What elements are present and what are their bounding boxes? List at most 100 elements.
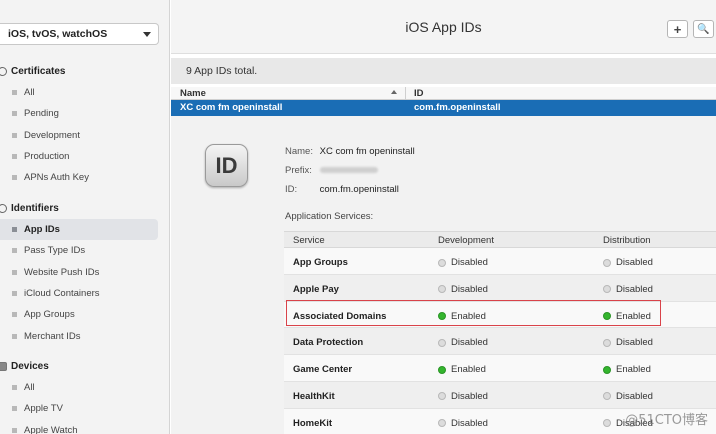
- enabled-status-icon: [603, 365, 611, 374]
- distribution-status-label: Disabled: [616, 283, 653, 295]
- sidebar-item-apple-watch[interactable]: Apple Watch: [0, 420, 169, 434]
- sidebar-item-label: Apple TV: [24, 403, 63, 415]
- service-row-app-groups: App Groups Disabled Disabled: [284, 248, 716, 275]
- services-table: Service Development Distribution App Gro…: [284, 231, 716, 434]
- certificate-icon: [0, 67, 7, 76]
- bullet-icon: [12, 175, 17, 181]
- sidebar-item-label: iCloud Containers: [24, 288, 100, 300]
- device-icon: [0, 362, 7, 371]
- sidebar-item-app-ids[interactable]: App IDs: [0, 219, 158, 241]
- column-header-service: Service: [293, 235, 325, 246]
- sidebar-item-all-devices[interactable]: All: [0, 377, 169, 398]
- bullet-icon: [12, 427, 17, 433]
- column-divider: [405, 87, 406, 100]
- disabled-status-icon: [603, 258, 611, 267]
- page-title: iOS App IDs: [405, 19, 482, 35]
- distribution-status-label: Enabled: [616, 364, 651, 376]
- section-identifiers: Identifiers App IDs Pass Type IDs Websit…: [0, 198, 169, 347]
- sort-ascending-icon[interactable]: [391, 90, 397, 94]
- app-id-count: 9 App IDs total.: [171, 58, 716, 84]
- service-row-game-center: Game Center Enabled Enabled: [284, 355, 716, 382]
- disabled-status-icon: [603, 419, 611, 428]
- development-status-label: Disabled: [451, 417, 488, 429]
- prefix-label: Prefix:: [285, 165, 312, 176]
- column-header-name[interactable]: Name: [180, 88, 206, 99]
- service-row-healthkit: HealthKit Disabled Disabled: [284, 381, 716, 409]
- section-header-certificates[interactable]: Certificates: [0, 61, 169, 82]
- distribution-status: Enabled: [603, 364, 651, 375]
- bullet-icon: [12, 333, 17, 339]
- search-button[interactable]: 🔍: [693, 20, 714, 38]
- search-icon: 🔍: [697, 23, 710, 35]
- sidebar-item-development[interactable]: Development: [0, 125, 169, 146]
- distribution-status: Disabled: [603, 284, 653, 295]
- development-status-label: Disabled: [451, 257, 488, 268]
- sidebar-item-apns-auth-key[interactable]: APNs Auth Key: [0, 167, 169, 188]
- disabled-status-icon: [603, 392, 611, 401]
- sidebar-item-apple-tv[interactable]: Apple TV: [0, 398, 169, 419]
- sidebar-item-label: Development: [24, 129, 80, 141]
- section-header-devices[interactable]: Devices: [0, 356, 169, 377]
- disabled-status-icon: [438, 258, 446, 267]
- development-status-label: Disabled: [451, 337, 488, 349]
- bullet-icon: [12, 154, 17, 160]
- service-row-associated-domains: Associated Domains Enabled Enabled: [284, 301, 716, 329]
- watermark: @51CTO博客: [625, 413, 708, 428]
- development-status: Disabled: [438, 257, 488, 268]
- sidebar-item-label: All: [24, 382, 35, 394]
- section-title: Devices: [11, 361, 49, 372]
- platform-dropdown[interactable]: iOS, tvOS, watchOS: [0, 23, 159, 45]
- sidebar-item-label: Production: [24, 151, 70, 163]
- sidebar-item-label: Pending: [24, 108, 59, 120]
- sidebar-item-label: Website Push IDs: [24, 266, 100, 278]
- service-name: Associated Domains: [293, 310, 387, 322]
- distribution-status: Enabled: [603, 311, 651, 322]
- platform-dropdown-label: iOS, tvOS, watchOS: [8, 28, 108, 40]
- sidebar-item-production[interactable]: Production: [0, 146, 169, 167]
- sidebar-item-icloud-containers[interactable]: iCloud Containers: [0, 283, 169, 304]
- distribution-status-label: Disabled: [616, 257, 653, 268]
- development-status: Disabled: [438, 391, 488, 402]
- sidebar-item-label: Apple Watch: [24, 424, 78, 434]
- sidebar-item-label: All: [24, 87, 35, 99]
- sidebar: iOS, tvOS, watchOS Certificates All Pend…: [0, 0, 170, 434]
- table-row-selected[interactable]: XC com fm openinstall com.fm.openinstall: [171, 100, 716, 116]
- application-services-label: Application Services:: [285, 211, 374, 222]
- services-table-header: Service Development Distribution: [284, 231, 716, 248]
- app-id-detail: ID Name: XC com fm openinstall Prefix: I…: [171, 116, 716, 434]
- bullet-icon: [12, 406, 17, 412]
- sidebar-item-pass-type-ids[interactable]: Pass Type IDs: [0, 240, 169, 261]
- service-name: Data Protection: [293, 337, 364, 349]
- bullet-icon: [12, 291, 17, 297]
- title-bar: iOS App IDs + 🔍: [171, 0, 716, 54]
- disabled-status-icon: [438, 419, 446, 428]
- column-header-id[interactable]: ID: [414, 88, 424, 99]
- app-window: iOS, tvOS, watchOS Certificates All Pend…: [0, 0, 716, 434]
- detail-id: ID: com.fm.openinstall: [285, 184, 399, 195]
- service-row-apple-pay: Apple Pay Disabled Disabled: [284, 274, 716, 302]
- plus-icon: +: [673, 21, 682, 37]
- bullet-icon: [12, 312, 17, 318]
- bullet-icon: [12, 385, 17, 391]
- disabled-status-icon: [438, 392, 446, 401]
- sidebar-item-pending[interactable]: Pending: [0, 103, 169, 124]
- sidebar-item-website-push-ids[interactable]: Website Push IDs: [0, 262, 169, 283]
- row-id: com.fm.openinstall: [414, 102, 501, 113]
- sidebar-item-all-certificates[interactable]: All: [0, 82, 169, 103]
- name-label: Name:: [285, 146, 313, 157]
- sidebar-item-app-groups[interactable]: App Groups: [0, 304, 169, 325]
- enabled-status-icon: [438, 365, 446, 374]
- app-id-icon-label: ID: [215, 152, 238, 178]
- identifier-icon: [0, 204, 7, 213]
- sidebar-item-merchant-ids[interactable]: Merchant IDs: [0, 325, 169, 346]
- section-header-identifiers[interactable]: Identifiers: [0, 198, 169, 219]
- detail-name: Name: XC com fm openinstall: [285, 146, 415, 157]
- development-status: Enabled: [438, 311, 486, 322]
- section-certificates: Certificates All Pending Development Pro…: [0, 61, 169, 188]
- service-name: HealthKit: [293, 390, 335, 402]
- app-id-icon: ID: [205, 144, 248, 187]
- development-status: Disabled: [438, 337, 488, 348]
- bullet-icon: [12, 227, 17, 233]
- add-button[interactable]: +: [667, 20, 688, 38]
- development-status: Enabled: [438, 364, 486, 375]
